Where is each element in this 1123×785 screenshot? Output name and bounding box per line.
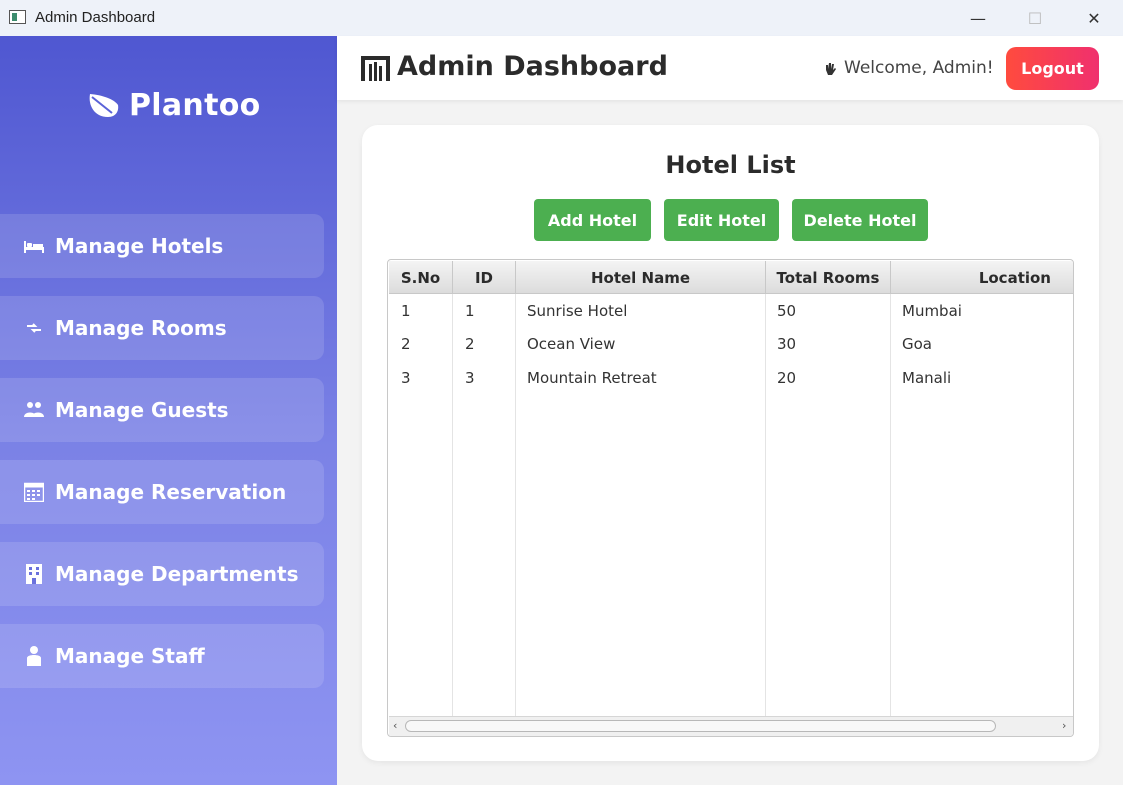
top-header: Admin Dashboard Welcome, Admin! Logout (337, 36, 1123, 100)
sidebar-item-label: Manage Guests (55, 398, 229, 422)
hotel-list-card: Hotel List Add Hotel Edit Hotel Delete H… (362, 125, 1099, 761)
cell-id: 1 (465, 301, 475, 320)
maximize-button[interactable]: ☐ (1006, 0, 1064, 36)
rooms-icon (23, 317, 45, 339)
table-header: S.No ID Hotel Name Total Rooms Location (389, 261, 1073, 294)
cell-hotel-name: Mountain Retreat (527, 368, 657, 387)
waving-hand-icon (826, 62, 836, 75)
brand-name: Plantoo (129, 88, 261, 123)
sidebar: Plantoo Manage Hotels Manage Rooms Manag… (0, 36, 337, 785)
leaf-icon (89, 93, 119, 117)
welcome-message: Welcome, Admin! (823, 58, 994, 78)
horizontal-scrollbar[interactable]: ‹ › (389, 716, 1073, 736)
cell-sno: 3 (401, 368, 411, 387)
dashboard-icon (361, 56, 390, 81)
cell-location: Mumbai (902, 301, 962, 320)
cell-sno: 1 (401, 301, 411, 320)
cell-id: 2 (465, 334, 475, 353)
section-title: Hotel List (665, 151, 796, 179)
cell-total-rooms: 20 (777, 368, 797, 387)
window-title-bar: Admin Dashboard — ☐ ✕ (0, 0, 1123, 36)
scroll-left-icon[interactable]: ‹ (393, 719, 397, 732)
calendar-icon (23, 481, 45, 503)
brand-logo: Plantoo (86, 88, 261, 123)
sidebar-item-manage-guests[interactable]: Manage Guests (0, 378, 324, 442)
sidebar-item-manage-departments[interactable]: Manage Departments (0, 542, 324, 606)
table-row[interactable]: 2 2 Ocean View 30 Goa (389, 327, 1073, 360)
sidebar-item-label: Manage Hotels (55, 234, 224, 258)
cell-total-rooms: 50 (777, 301, 797, 320)
cell-hotel-name: Ocean View (527, 334, 616, 353)
building-icon (23, 563, 45, 585)
cell-sno: 2 (401, 334, 411, 353)
column-header-id[interactable]: ID (453, 261, 516, 294)
cell-id: 3 (465, 368, 475, 387)
close-window-button[interactable]: ✕ (1065, 0, 1123, 36)
guests-icon (23, 399, 45, 421)
column-header-sno[interactable]: S.No (389, 261, 453, 294)
scrollbar-thumb[interactable] (405, 720, 996, 732)
sidebar-item-label: Manage Rooms (55, 316, 227, 340)
add-hotel-button[interactable]: Add Hotel (534, 199, 651, 241)
scroll-right-icon[interactable]: › (1062, 719, 1066, 732)
welcome-text: Welcome, Admin! (844, 58, 994, 78)
minimize-button[interactable]: — (949, 0, 1007, 36)
sidebar-item-manage-rooms[interactable]: Manage Rooms (0, 296, 324, 360)
sidebar-item-manage-reservation[interactable]: Manage Reservation (0, 460, 324, 524)
column-header-hotel-name[interactable]: Hotel Name (516, 261, 766, 294)
sidebar-item-manage-staff[interactable]: Manage Staff (0, 624, 324, 688)
cell-location: Manali (902, 368, 952, 387)
staff-icon (23, 645, 45, 667)
sidebar-item-label: Manage Departments (55, 562, 299, 586)
table-row[interactable]: 3 3 Mountain Retreat 20 Manali (389, 361, 1073, 394)
app-window-icon (9, 10, 26, 24)
delete-hotel-button[interactable]: Delete Hotel (792, 199, 928, 241)
window-title: Admin Dashboard (35, 9, 156, 26)
cell-location: Goa (902, 334, 932, 353)
table-row[interactable]: 1 1 Sunrise Hotel 50 Mumbai (389, 294, 1073, 327)
logout-button[interactable]: Logout (1006, 47, 1099, 90)
bed-icon (23, 235, 45, 257)
edit-hotel-button[interactable]: Edit Hotel (664, 199, 779, 241)
cell-hotel-name: Sunrise Hotel (527, 301, 628, 320)
page-title: Admin Dashboard (397, 51, 668, 82)
column-header-location[interactable]: Location (891, 261, 1073, 294)
sidebar-item-label: Manage Staff (55, 644, 205, 668)
hotel-table[interactable]: S.No ID Hotel Name Total Rooms Location … (387, 259, 1074, 737)
sidebar-item-label: Manage Reservation (55, 480, 287, 504)
cell-total-rooms: 30 (777, 334, 797, 353)
column-header-total-rooms[interactable]: Total Rooms (766, 261, 891, 294)
sidebar-item-manage-hotels[interactable]: Manage Hotels (0, 214, 324, 278)
